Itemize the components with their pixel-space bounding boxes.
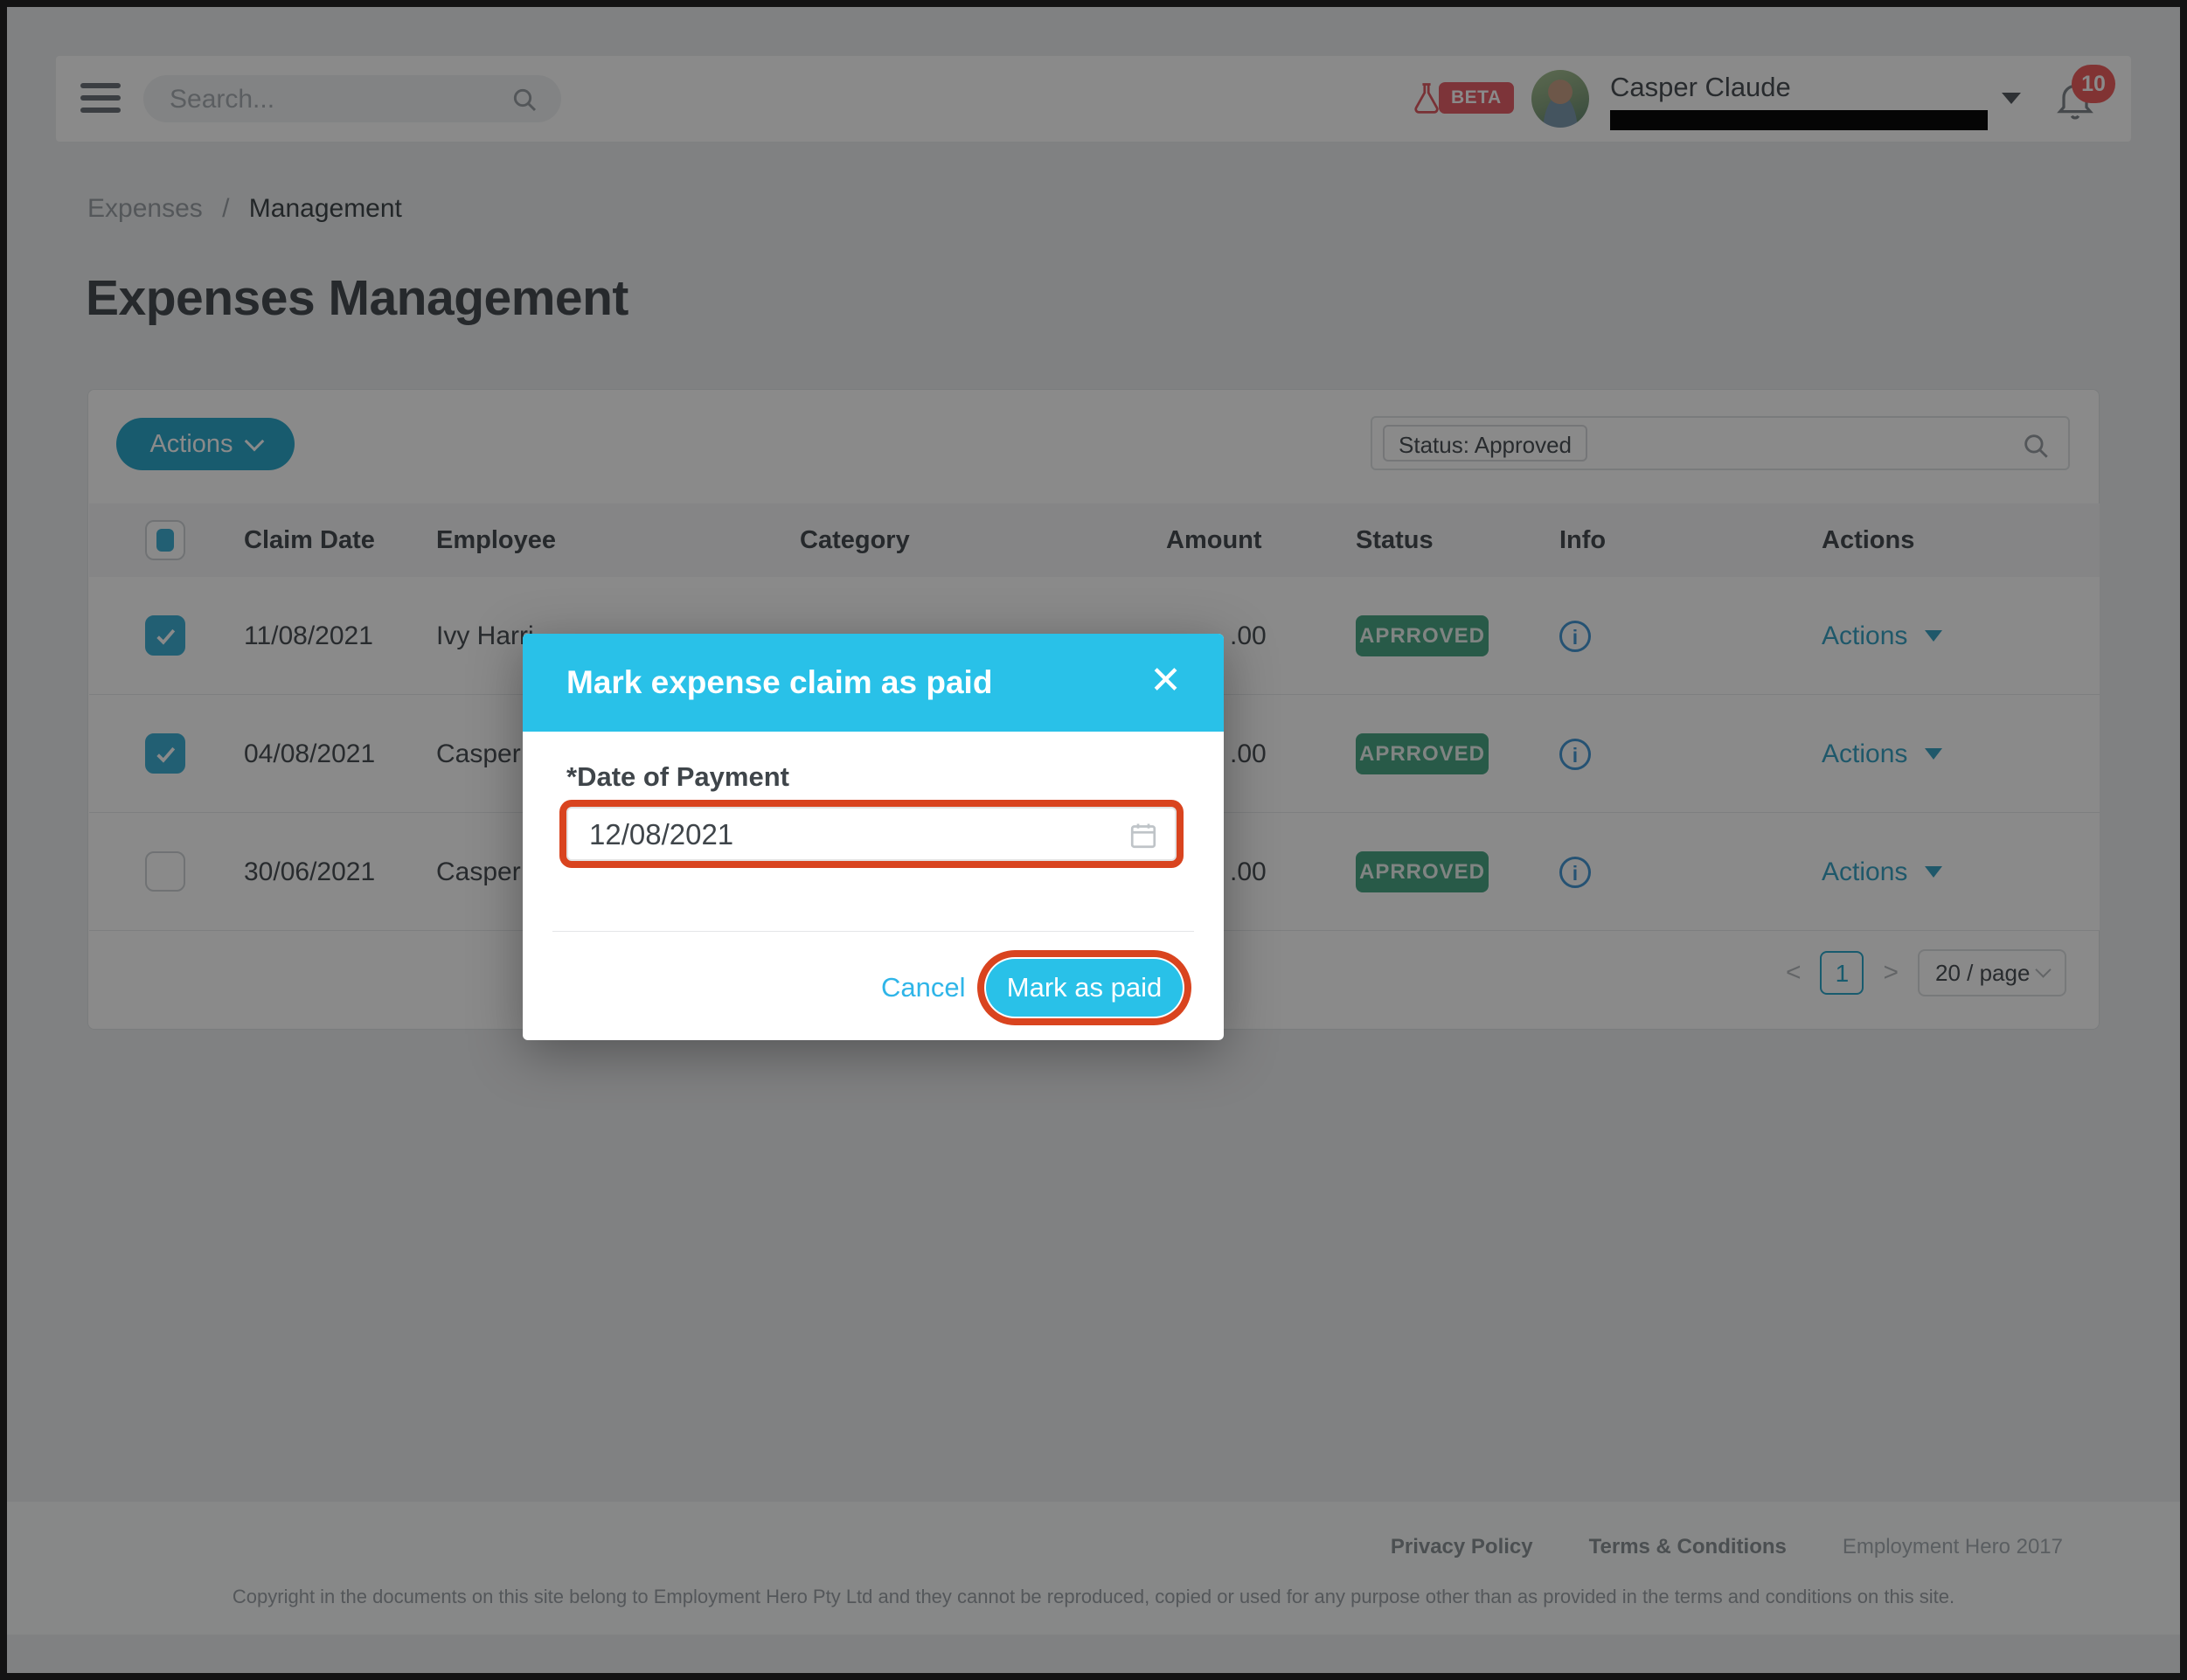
close-icon[interactable]: ✕ (1149, 634, 1182, 732)
calendar-icon[interactable] (1128, 820, 1159, 856)
expenses-management-page: BETA Casper Claude 10 Expenses / Managem… (0, 0, 2187, 1680)
cancel-button[interactable]: Cancel (881, 959, 966, 1017)
modal-header: Mark expense claim as paid ✕ (523, 634, 1224, 732)
modal-title: Mark expense claim as paid (566, 664, 993, 700)
date-of-payment-input[interactable] (587, 809, 1080, 861)
mark-as-paid-button[interactable]: Mark as paid (986, 959, 1183, 1017)
date-of-payment-field (566, 807, 1177, 861)
modal-divider (552, 931, 1194, 932)
date-of-payment-label: *Date of Payment (566, 761, 789, 792)
mark-as-paid-modal: Mark expense claim as paid ✕ *Date of Pa… (523, 634, 1224, 1040)
